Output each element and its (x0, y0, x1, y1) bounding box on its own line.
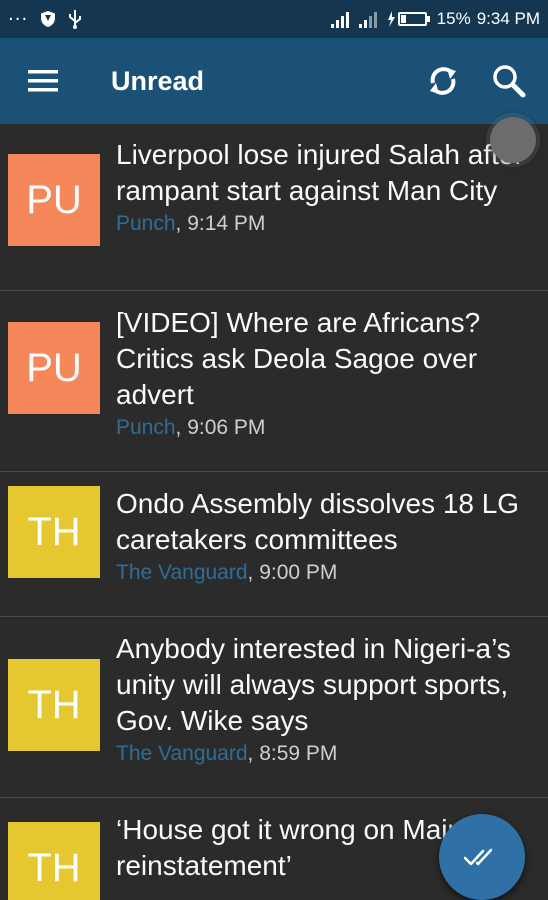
article-time: , 9:06 PM (175, 416, 266, 439)
article-time: , 9:00 PM (247, 561, 338, 584)
notification-dots-icon: ··· (8, 8, 29, 30)
battery-percent: 15% (436, 9, 471, 28)
source-avatar: TH (8, 486, 100, 578)
source-avatar: TH (8, 822, 100, 900)
article-headline: [VIDEO] Where are Africans? Critics ask … (116, 307, 481, 410)
source-avatar: TH (8, 659, 100, 751)
refresh-icon (430, 67, 456, 95)
menu-icon (28, 70, 58, 92)
article-source: Punch (116, 212, 176, 235)
list-item[interactable]: TH Ondo Assembly dissolves 18 LG caretak… (0, 472, 548, 617)
article-headline: Ondo Assembly dissolves 18 LG caretakers… (116, 488, 520, 555)
battery-charging-icon (387, 11, 430, 27)
mark-all-read-button[interactable] (439, 814, 525, 900)
article-meta: The Vanguard, 9:00 PM (116, 558, 532, 588)
source-avatar: PU (8, 322, 100, 414)
article-headline: Anybody interested in Nigeri-a’s unity w… (116, 633, 511, 736)
article-headline: Liverpool lose injured Salah after rampa… (116, 139, 524, 206)
article-list: PU Liverpool lose injured Salah after ra… (0, 124, 548, 900)
list-item[interactable]: TH Anybody interested in Nigeri-a’s unit… (0, 617, 548, 798)
article-source: The Vanguard (116, 561, 248, 584)
refresh-button[interactable] (410, 48, 476, 114)
article-source: The Vanguard (116, 742, 248, 765)
page-title: Unread (111, 65, 205, 96)
app-bar: Unread (0, 38, 548, 124)
double-check-icon (464, 848, 493, 866)
article-meta: Punch, 9:14 PM (116, 209, 532, 239)
scroll-thumb[interactable] (490, 117, 536, 163)
signal-2-icon (358, 12, 377, 28)
article-time: , 9:14 PM (175, 212, 266, 235)
source-avatar: PU (8, 154, 100, 246)
article-meta: Punch, 9:06 PM (116, 413, 532, 443)
search-icon (493, 65, 526, 98)
status-time: 9:34 PM (476, 9, 540, 28)
list-item[interactable]: PU [VIDEO] Where are Africans? Critics a… (0, 291, 548, 472)
status-bar: ··· 15% 9:34 PM (0, 0, 548, 38)
signal-icon (330, 12, 349, 28)
usb-icon (69, 10, 82, 29)
article-source: Punch (116, 416, 176, 439)
article-meta: The Vanguard, 8:59 PM (116, 739, 532, 769)
shield-icon (41, 11, 56, 27)
list-item[interactable]: PU Liverpool lose injured Salah after ra… (0, 124, 548, 291)
article-time: , 8:59 PM (247, 742, 338, 765)
search-button[interactable] (476, 48, 542, 114)
menu-button[interactable] (0, 38, 86, 124)
